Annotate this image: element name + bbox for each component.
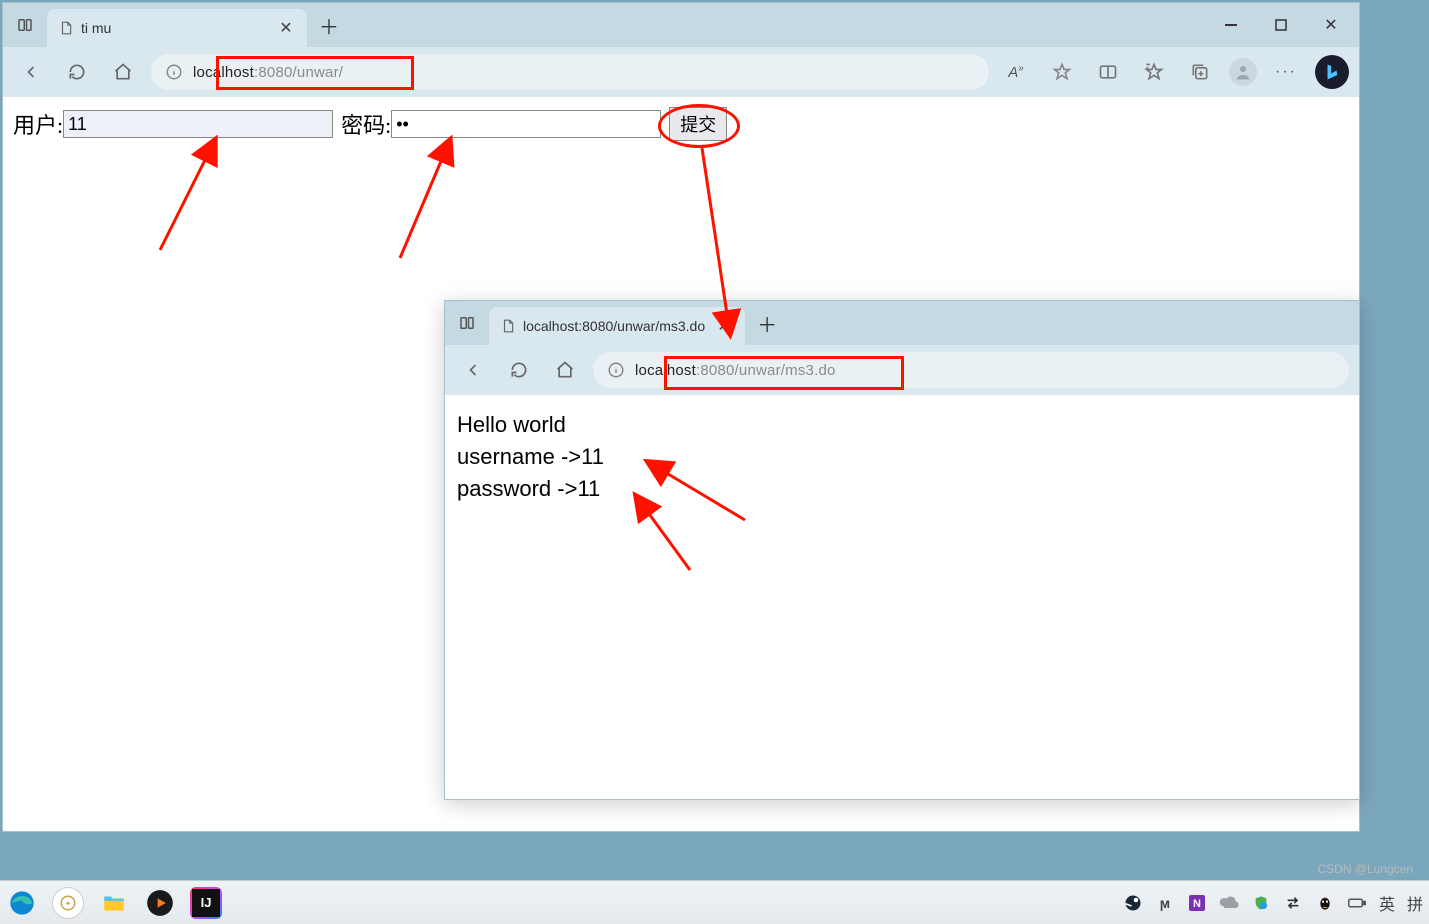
tab-actions-button-2[interactable] [449,305,485,341]
url-text-2: localhost:8080/unwar/ms3.do [635,362,836,379]
browser-window-2: localhost:8080/unwar/ms3.do ✕ ＋ localhos… [444,300,1360,800]
tray-security-icon[interactable] [1251,893,1271,913]
tab-close-button-2[interactable]: ✕ [713,315,735,337]
user-input[interactable] [63,110,333,138]
tab-strip: ti mu ✕ ＋ ✕ [3,3,1359,47]
output-line-2: username ->11 [457,441,1347,473]
tray-battery-icon[interactable] [1347,893,1367,913]
taskbar-explorer[interactable] [98,887,130,919]
tray-m-icon[interactable]: ϻ [1155,893,1175,913]
password-input[interactable] [391,110,661,138]
url-input[interactable]: localhost:8080/unwar/ [151,54,989,90]
tray-onenote-icon[interactable]: N [1187,893,1207,913]
home-button-2[interactable] [547,352,583,388]
split-screen-button[interactable] [1091,55,1125,89]
close-window-button[interactable]: ✕ [1307,9,1355,41]
output-line-3: password ->11 [457,473,1347,505]
favorites-list-button[interactable] [1137,55,1171,89]
taskbar-media[interactable] [144,887,176,919]
tab-close-button[interactable]: ✕ [275,17,297,39]
login-form: 用户: 密码: 提交 [13,107,1349,141]
read-aloud-button[interactable]: A» [999,55,1033,89]
page-icon [59,20,73,36]
tab-actions-button[interactable] [7,7,43,43]
favorite-button[interactable] [1045,55,1079,89]
page-content-2: Hello world username ->11 password ->11 [445,395,1359,799]
url-input-2[interactable]: localhost:8080/unwar/ms3.do [593,352,1349,388]
tray-qq-icon[interactable] [1315,893,1335,913]
submit-button[interactable]: 提交 [669,107,727,141]
taskbar-edge[interactable] [6,887,38,919]
taskbar: ✦ IJ ϻ N 英 拼 [0,880,1429,924]
site-info-icon[interactable] [607,361,625,379]
home-button[interactable] [105,54,141,90]
tray-onedrive-icon[interactable] [1219,893,1239,913]
ime-mode[interactable]: 拼 [1407,891,1423,915]
browser-tab[interactable]: ti mu ✕ [47,9,307,47]
tray-steam-icon[interactable] [1123,893,1143,913]
back-button[interactable] [13,54,49,90]
taskbar-app1[interactable]: ✦ [52,887,84,919]
tab-strip-2: localhost:8080/unwar/ms3.do ✕ ＋ [445,301,1359,345]
address-bar: localhost:8080/unwar/ A» ··· [3,47,1359,97]
tab-title-2: localhost:8080/unwar/ms3.do [523,318,705,334]
maximize-button[interactable] [1257,9,1305,41]
site-info-icon[interactable] [165,63,183,81]
password-label: 密码: [341,108,391,140]
tab-title: ti mu [81,20,267,36]
url-text: localhost:8080/unwar/ [193,64,343,81]
back-button-2[interactable] [455,352,491,388]
new-tab-button[interactable]: ＋ [311,7,347,43]
browser-tab-2[interactable]: localhost:8080/unwar/ms3.do ✕ [489,307,745,345]
profile-button[interactable] [1229,58,1257,86]
refresh-button-2[interactable] [501,352,537,388]
address-bar-2: localhost:8080/unwar/ms3.do [445,345,1359,395]
page-icon [501,318,515,334]
more-button[interactable]: ··· [1269,55,1303,89]
watermark: CSDN @Lungcen [1317,862,1413,876]
bing-chat-button[interactable] [1315,55,1349,89]
new-tab-button-2[interactable]: ＋ [749,305,785,341]
output-line-1: Hello world [457,409,1347,441]
minimize-button[interactable] [1207,9,1255,41]
taskbar-intellij[interactable]: IJ [190,887,222,919]
refresh-button[interactable] [59,54,95,90]
svg-text:N: N [1193,898,1201,910]
window-controls: ✕ [1207,9,1355,41]
collections-button[interactable] [1183,55,1217,89]
ime-language[interactable]: 英 [1379,891,1395,915]
user-label: 用户: [13,108,63,140]
svg-text:✦: ✦ [65,899,72,908]
tray-transfer-icon[interactable] [1283,893,1303,913]
